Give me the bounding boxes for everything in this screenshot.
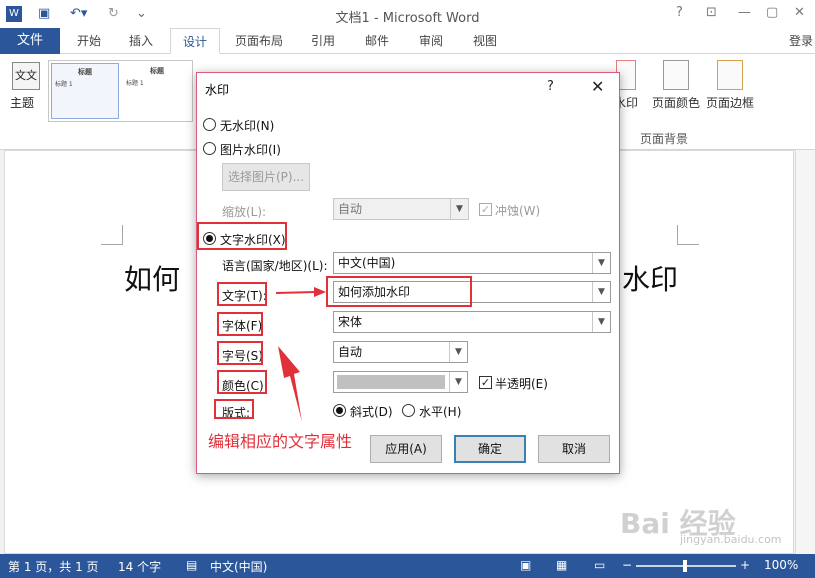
read-mode-icon[interactable]: ▣: [520, 558, 531, 572]
print-layout-icon[interactable]: ▦: [556, 558, 567, 572]
zoom-out-icon[interactable]: −: [622, 558, 632, 572]
annotation-text: 编辑相应的文字属性: [208, 432, 353, 451]
arrow-up-icon: [278, 346, 302, 422]
site-watermark-url: jingyan.baidu.com: [680, 533, 782, 546]
zoom-in-icon[interactable]: +: [740, 558, 750, 572]
language-status[interactable]: 中文(中国): [210, 558, 267, 575]
page-count[interactable]: 第 1 页，共 1 页: [8, 558, 99, 575]
arrow-head-icon: [314, 287, 326, 297]
zoom-level[interactable]: 100%: [764, 558, 798, 572]
zoom-slider-handle[interactable]: [683, 560, 687, 572]
annotation-arrows: [275, 287, 326, 422]
proofing-icon[interactable]: ▤: [186, 558, 197, 572]
arrow-to-text-input: [275, 291, 317, 294]
web-layout-icon[interactable]: ▭: [594, 558, 605, 572]
status-bar: 第 1 页，共 1 页 14 个字 ▤ 中文(中国) ▣ ▦ ▭ − + 100…: [0, 554, 815, 578]
word-count[interactable]: 14 个字: [118, 558, 161, 575]
